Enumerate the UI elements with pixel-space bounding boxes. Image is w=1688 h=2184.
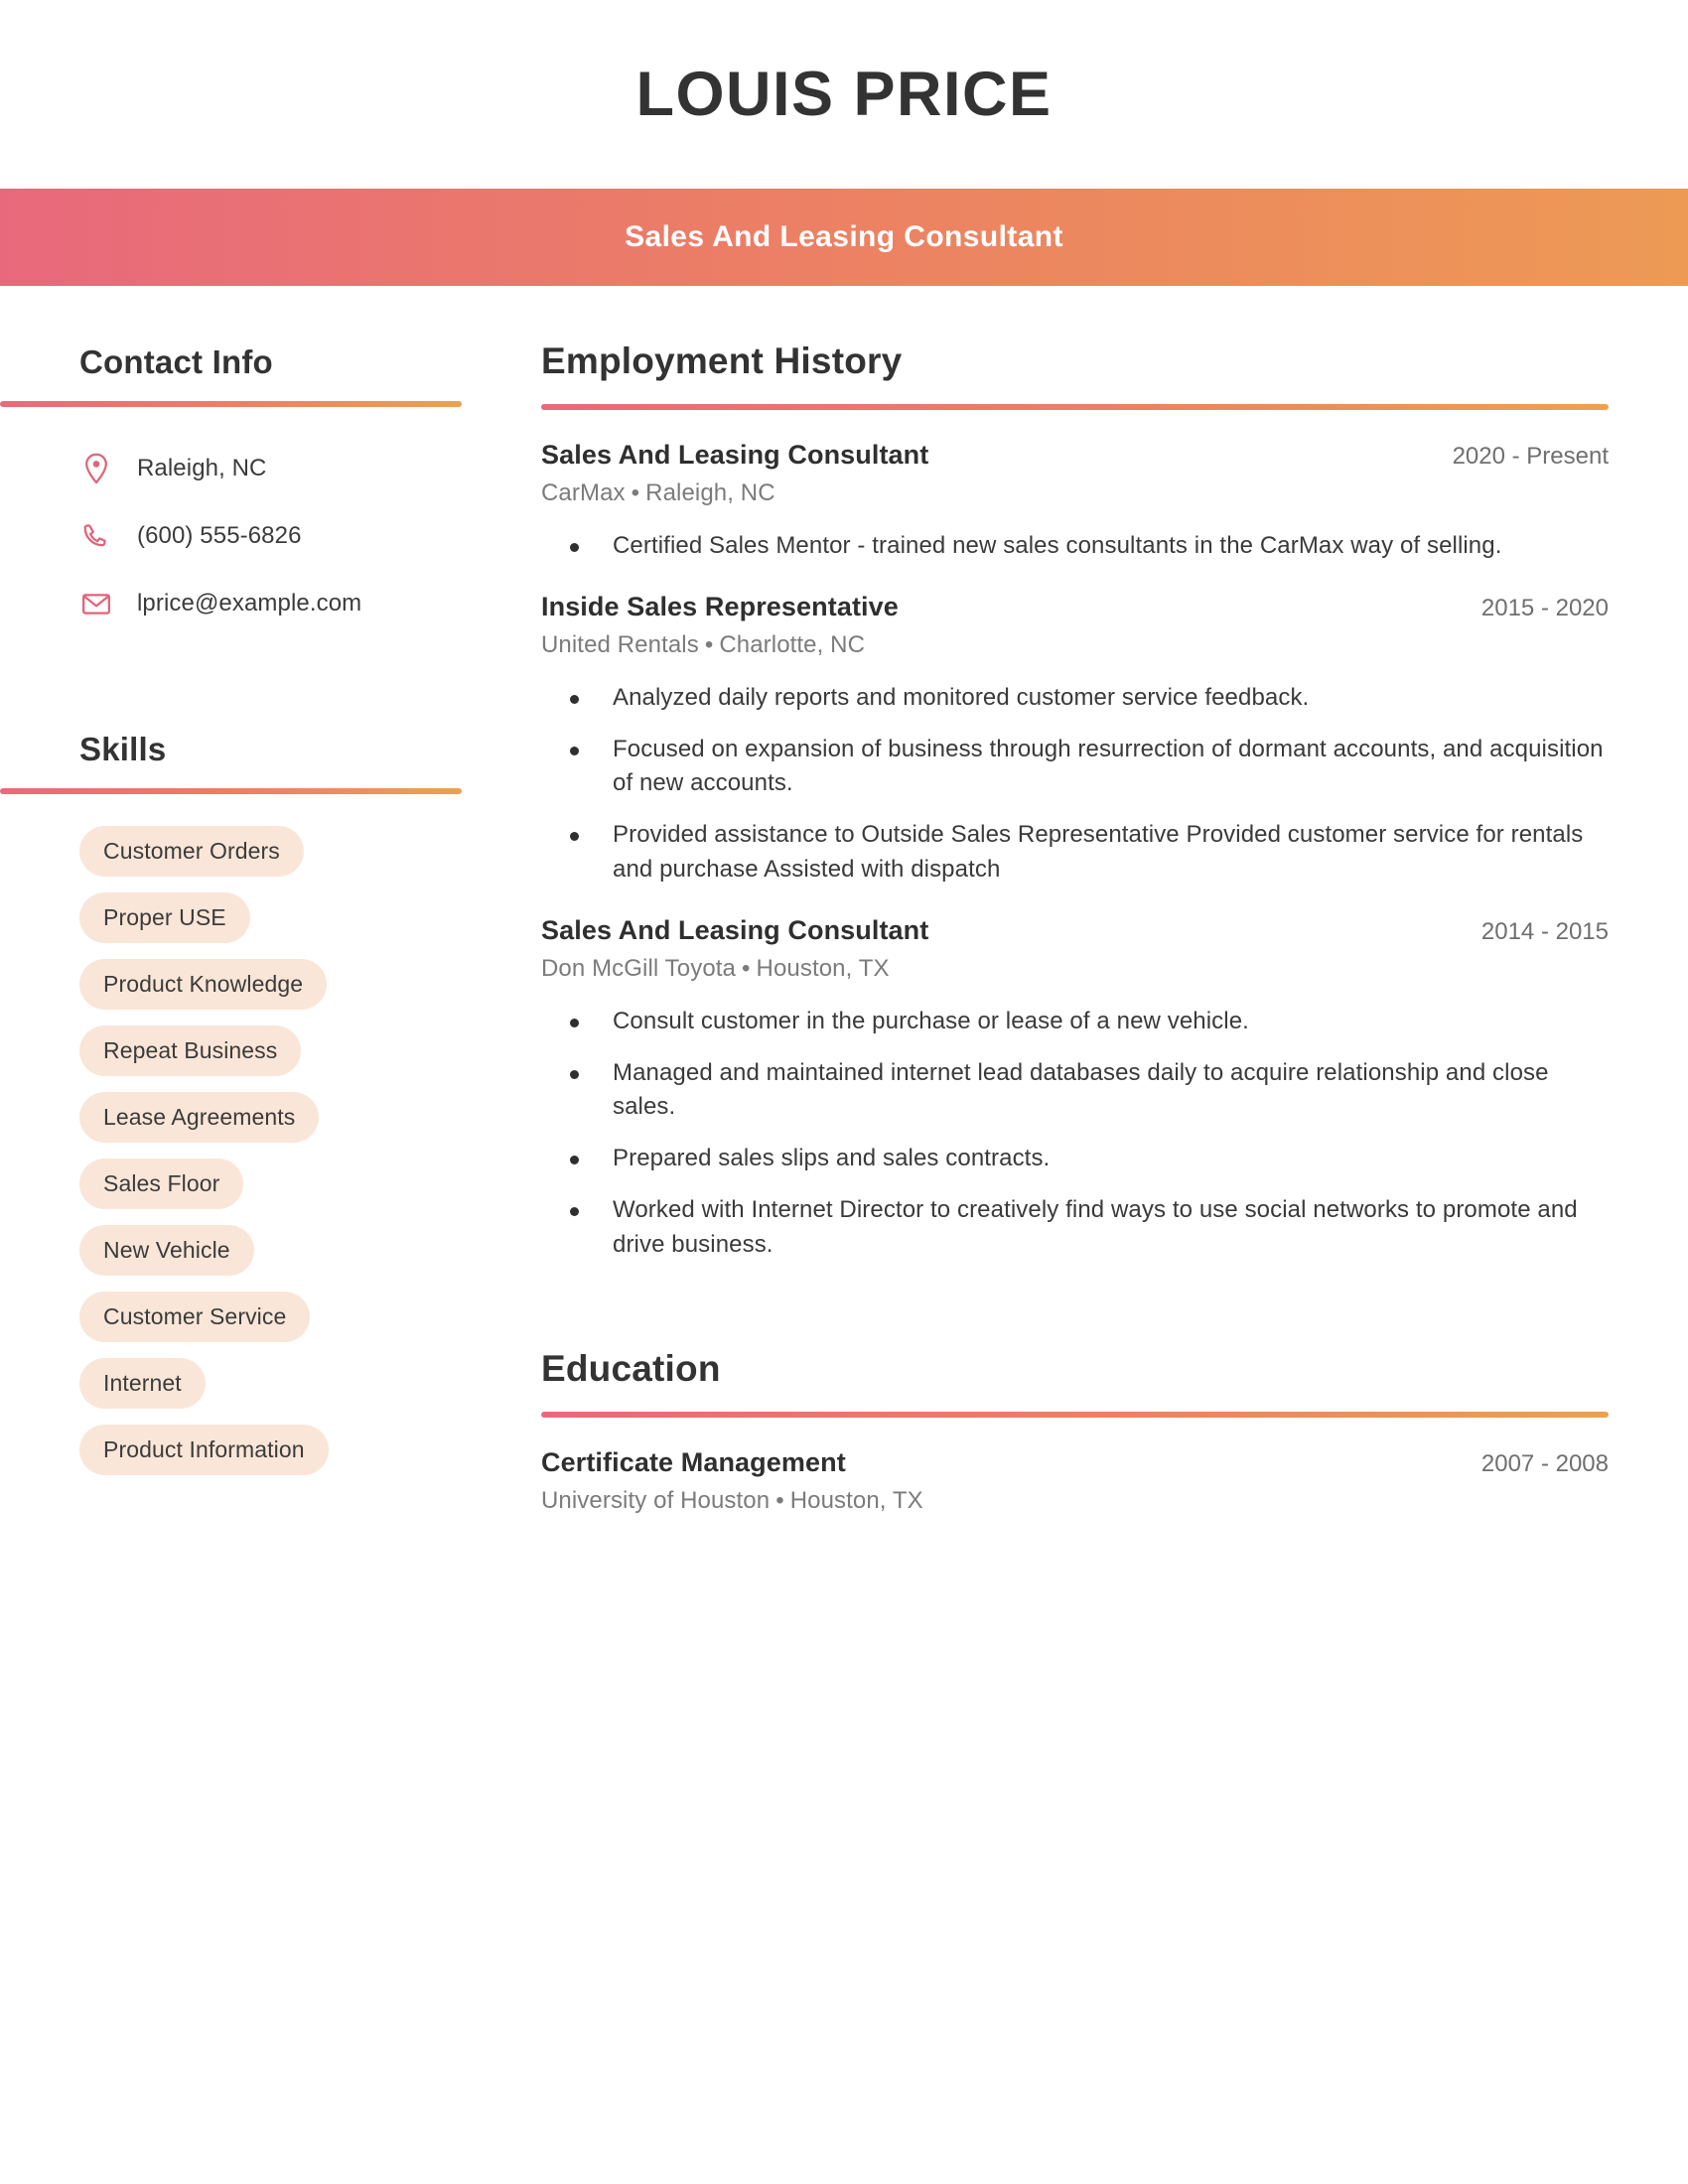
- job-dates: 2015 - 2020: [1480, 594, 1609, 621]
- bullet-separator: •: [742, 954, 751, 982]
- bullet-separator: •: [775, 1486, 784, 1514]
- location-pin-icon: [79, 453, 113, 484]
- degree-dates: 2007 - 2008: [1480, 1449, 1609, 1477]
- sidebar: Contact Info Raleigh, NC (600) 555-6826 …: [0, 286, 541, 1491]
- skill-pill[interactable]: Customer Service: [79, 1292, 311, 1342]
- school-name: University of Houston: [541, 1486, 771, 1514]
- education-entry: Certificate Management 2007 - 2008 Unive…: [541, 1447, 1609, 1515]
- skill-item: New Vehicle: [79, 1225, 541, 1292]
- skill-item: Customer Service: [79, 1292, 541, 1358]
- job-company-location: CarMax • Raleigh, NC: [541, 479, 1609, 507]
- job-title: Inside Sales Representative: [541, 591, 899, 621]
- contact-info-divider: [0, 401, 462, 407]
- skills-heading: Skills: [79, 731, 167, 767]
- job-company-location: United Rentals • Charlotte, NC: [541, 631, 1609, 659]
- job-bullet: Worked with Internet Director to creativ…: [541, 1193, 1609, 1263]
- contact-info-section: Contact Info Raleigh, NC (600) 555-6826 …: [0, 343, 541, 637]
- email-envelope-icon: [79, 591, 113, 616]
- job-company: CarMax: [541, 479, 626, 506]
- skill-item: Product Information: [79, 1425, 541, 1491]
- main-content: Employment History Sales And Leasing Con…: [541, 286, 1688, 1515]
- job-company: Don McGill Toyota: [541, 954, 736, 982]
- job-location: Charlotte, NC: [719, 630, 866, 658]
- skill-pill[interactable]: Product Information: [79, 1425, 329, 1475]
- employment-entry-header: Sales And Leasing Consultant 2014 - 2015: [541, 915, 1609, 946]
- contact-list: Raleigh, NC (600) 555-6826 lprice@exampl…: [0, 435, 541, 637]
- skill-pill[interactable]: New Vehicle: [79, 1225, 254, 1276]
- employment-entry-header: Inside Sales Representative 2015 - 2020: [541, 592, 1609, 622]
- job-bullet: Provided assistance to Outside Sales Rep…: [541, 818, 1609, 887]
- job-bullet: Prepared sales slips and sales contracts…: [541, 1142, 1609, 1176]
- candidate-job-title: Sales And Leasing Consultant: [625, 220, 1063, 253]
- job-title: Sales And Leasing Consultant: [541, 440, 929, 470]
- job-dates: 2014 - 2015: [1480, 917, 1609, 945]
- employment-entry: Inside Sales Representative 2015 - 2020 …: [541, 592, 1609, 887]
- employment-entries: Sales And Leasing Consultant 2020 - Pres…: [541, 440, 1609, 1263]
- education-divider: [541, 1411, 1609, 1418]
- skill-item: Sales Floor: [79, 1159, 541, 1225]
- skill-item: Product Knowledge: [79, 959, 541, 1025]
- job-bullet-list: Certified Sales Mentor - trained new sal…: [541, 529, 1609, 564]
- skill-item: Customer Orders: [79, 826, 541, 892]
- employment-entry: Sales And Leasing Consultant 2020 - Pres…: [541, 440, 1609, 564]
- skill-pill[interactable]: Lease Agreements: [79, 1092, 320, 1143]
- skill-pill[interactable]: Repeat Business: [79, 1025, 302, 1076]
- resume-body: Contact Info Raleigh, NC (600) 555-6826 …: [0, 286, 1688, 1515]
- employment-history-heading: Employment History: [541, 341, 903, 381]
- skills-section: Skills Customer Orders Proper USE Produc…: [0, 731, 541, 1491]
- employment-entry-header: Sales And Leasing Consultant 2020 - Pres…: [541, 440, 1609, 471]
- job-location: Houston, TX: [756, 954, 890, 982]
- education-heading: Education: [541, 1347, 721, 1389]
- job-dates: 2020 - Present: [1452, 443, 1609, 470]
- contact-email-text: lprice@example.com: [137, 590, 362, 616]
- candidate-name: LOUIS PRICE: [635, 59, 1053, 129]
- skill-item: Lease Agreements: [79, 1092, 541, 1159]
- job-company: United Rentals: [541, 630, 699, 658]
- job-title: Sales And Leasing Consultant: [541, 914, 929, 945]
- contact-phone-text: (600) 555-6826: [137, 522, 302, 549]
- resume-page: LOUIS PRICE Sales And Leasing Consultant…: [0, 0, 1688, 2184]
- skill-pill[interactable]: Product Knowledge: [79, 959, 328, 1010]
- job-bullet-list: Consult customer in the purchase or leas…: [541, 1005, 1609, 1263]
- job-location: Raleigh, NC: [645, 479, 775, 506]
- degree-title: Certificate Management: [541, 1446, 846, 1477]
- header-title-band: Sales And Leasing Consultant: [0, 189, 1688, 286]
- job-bullet: Managed and maintained internet lead dat…: [541, 1056, 1609, 1126]
- job-bullet: Focused on expansion of business through…: [541, 733, 1609, 802]
- contact-item-email[interactable]: lprice@example.com: [79, 570, 541, 637]
- header-name-area: LOUIS PRICE: [0, 0, 1688, 189]
- education-section: Education Certificate Management 2007 - …: [541, 1348, 1609, 1515]
- employment-history-divider: [541, 404, 1609, 410]
- skill-pill[interactable]: Internet: [79, 1358, 206, 1409]
- education-entry-header: Certificate Management 2007 - 2008: [541, 1447, 1609, 1478]
- skill-item: Internet: [79, 1358, 541, 1425]
- employment-history-section: Employment History Sales And Leasing Con…: [541, 341, 1609, 1263]
- bullet-separator: •: [631, 479, 640, 506]
- job-bullet: Analyzed daily reports and monitored cus…: [541, 681, 1609, 716]
- skill-pill[interactable]: Sales Floor: [79, 1159, 244, 1209]
- contact-item-location[interactable]: Raleigh, NC: [79, 435, 541, 502]
- job-company-location: Don McGill Toyota • Houston, TX: [541, 955, 1609, 983]
- phone-icon: [79, 522, 113, 550]
- job-bullet: Certified Sales Mentor - trained new sal…: [541, 529, 1609, 564]
- skill-item: Repeat Business: [79, 1025, 541, 1092]
- skill-pill[interactable]: Customer Orders: [79, 826, 304, 877]
- employment-entry: Sales And Leasing Consultant 2014 - 2015…: [541, 915, 1609, 1263]
- job-bullet-list: Analyzed daily reports and monitored cus…: [541, 681, 1609, 887]
- skills-list: Customer Orders Proper USE Product Knowl…: [0, 826, 541, 1491]
- bullet-separator: •: [704, 630, 714, 658]
- job-bullet: Consult customer in the purchase or leas…: [541, 1005, 1609, 1039]
- skills-divider: [0, 788, 462, 794]
- skill-pill[interactable]: Proper USE: [79, 892, 250, 943]
- skill-item: Proper USE: [79, 892, 541, 959]
- contact-location-text: Raleigh, NC: [137, 455, 267, 481]
- contact-info-heading: Contact Info: [79, 343, 273, 380]
- school-location: University of Houston • Houston, TX: [541, 1487, 1609, 1515]
- school-location-text: Houston, TX: [789, 1486, 923, 1514]
- contact-item-phone[interactable]: (600) 555-6826: [79, 502, 541, 570]
